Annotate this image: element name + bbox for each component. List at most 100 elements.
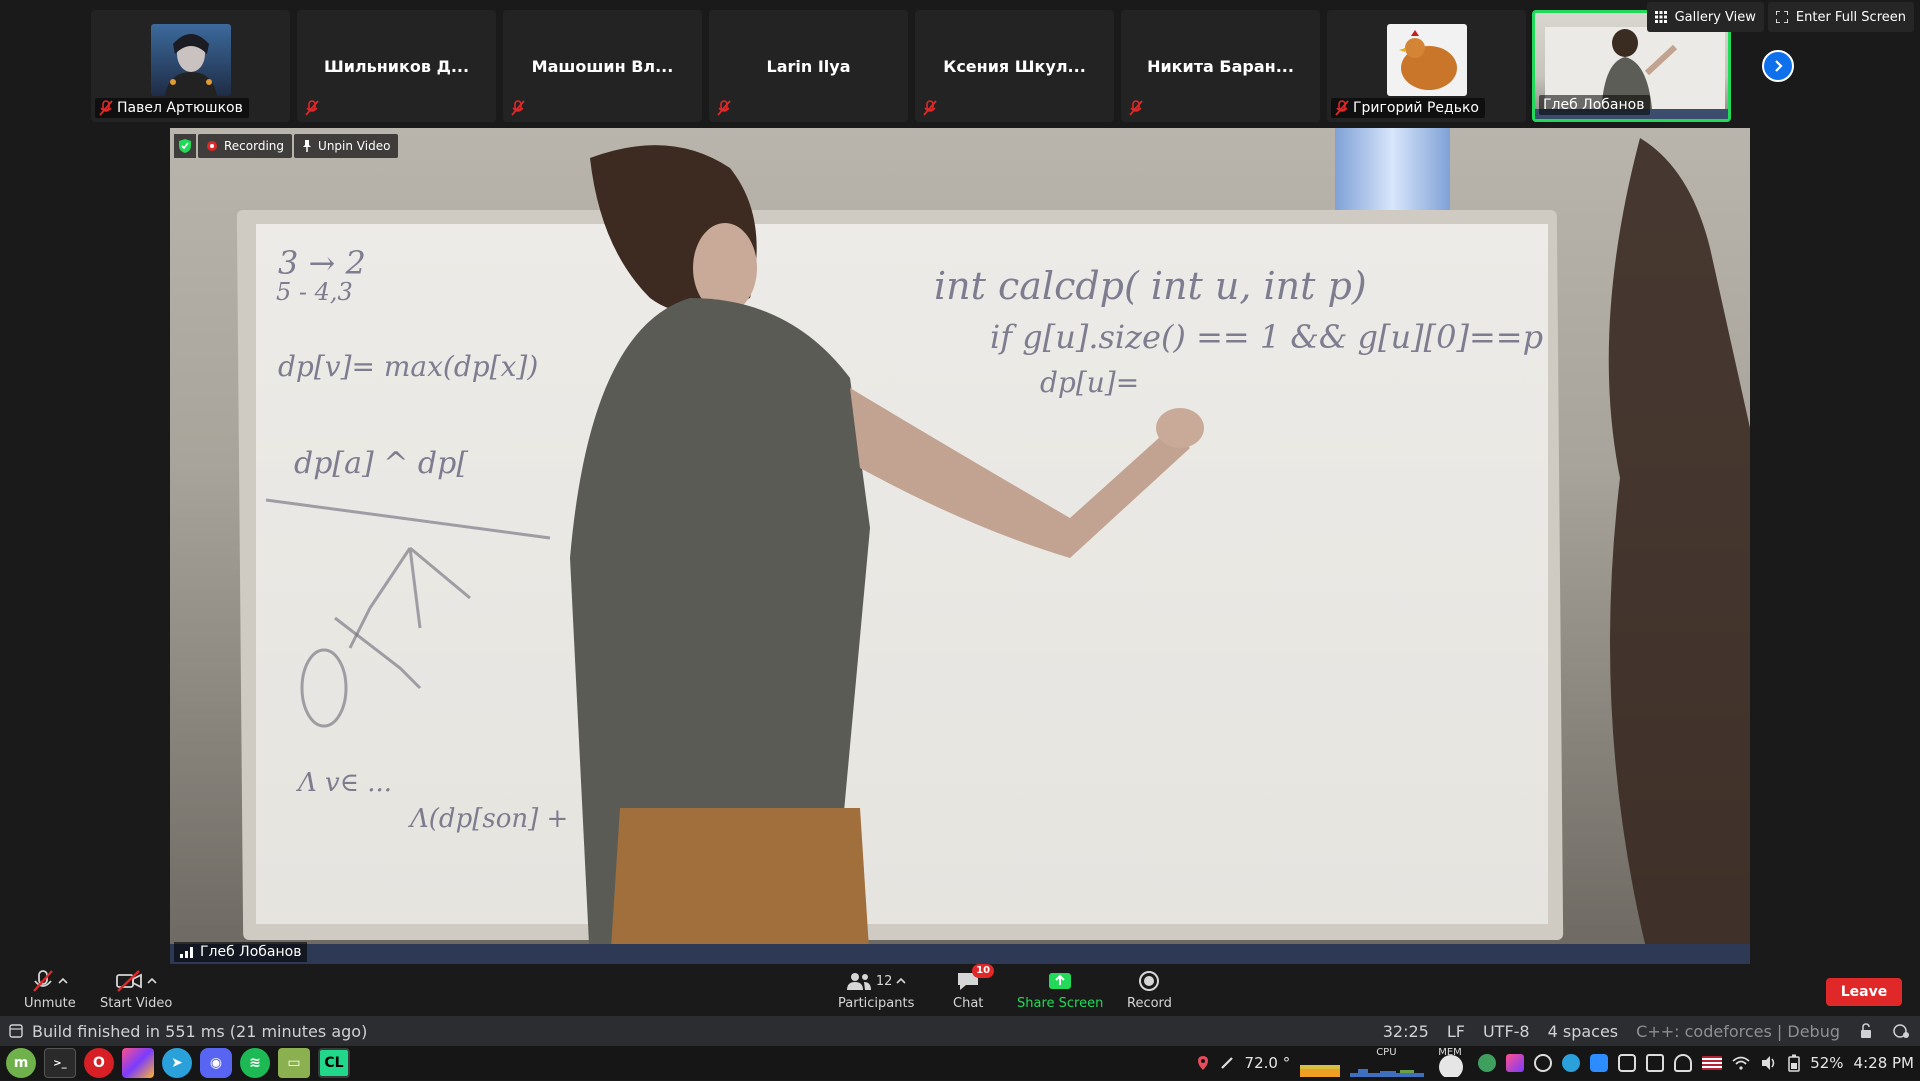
signal-bars-icon (180, 947, 193, 958)
temperature-icon[interactable] (1219, 1055, 1235, 1071)
participant-label: Григорий Редько (1331, 98, 1485, 118)
opera-icon[interactable]: O (84, 1048, 114, 1078)
unpin-video-label: Unpin Video (318, 139, 391, 153)
wifi-icon[interactable] (1732, 1056, 1750, 1070)
notifications-icon[interactable] (1892, 1023, 1910, 1039)
run-context[interactable]: C++: codeforces | Debug (1636, 1022, 1840, 1041)
telegram-icon[interactable]: ➤ (162, 1048, 192, 1078)
next-page-button[interactable] (1762, 50, 1794, 82)
temperature-value[interactable]: 72.0 ° (1245, 1054, 1291, 1072)
video-toolbar: Recording Unpin Video (174, 134, 399, 158)
participant-tile[interactable]: Павел Артюшков (91, 10, 290, 122)
mic-muted-icon (1335, 100, 1349, 116)
battery-percentage[interactable]: 52% (1810, 1054, 1843, 1072)
us-flag-keyboard-layout-icon[interactable] (1702, 1056, 1723, 1070)
line-ending[interactable]: LF (1447, 1022, 1465, 1041)
record-button[interactable]: Record (1127, 968, 1172, 1011)
participant-name: Машошин Вл... (531, 56, 674, 76)
participant-avatar (1386, 24, 1467, 96)
telegram-tray-icon[interactable] (1562, 1054, 1581, 1072)
speaker-label: Глеб Лобанов (174, 942, 308, 962)
lock-icon[interactable] (1858, 1023, 1874, 1039)
chevron-up-icon[interactable] (58, 977, 68, 985)
floor (170, 944, 1750, 964)
participant-name: Larin Ilya (766, 56, 851, 76)
participants-icon (846, 973, 871, 990)
participant-label: Глеб Лобанов (1539, 95, 1651, 115)
chat-button[interactable]: 10 Chat (953, 964, 995, 1011)
file-encoding[interactable]: UTF-8 (1483, 1022, 1530, 1041)
shield-icon (179, 139, 191, 153)
chevron-right-icon (1775, 60, 1783, 72)
steam-icon[interactable] (1534, 1054, 1553, 1072)
terminal-icon[interactable]: >_ (44, 1048, 76, 1078)
participant-strip: Павел Артюшков Шильников Д... Машошин Вл… (0, 0, 1920, 126)
share-screen-button[interactable]: Share Screen (1017, 968, 1103, 1011)
fullscreen-button[interactable]: Enter Full Screen (1767, 2, 1914, 32)
chevron-up-icon[interactable] (896, 977, 907, 985)
start-video-button[interactable]: Start Video (100, 968, 172, 1011)
cursor-position[interactable]: 32:25 (1383, 1022, 1429, 1041)
clion-icon[interactable]: CL (318, 1048, 350, 1078)
build-status-icon[interactable] (8, 1023, 24, 1039)
location-icon[interactable] (1197, 1055, 1209, 1071)
pin-icon (303, 140, 312, 152)
participants-button[interactable]: 12 Participants (838, 968, 914, 1011)
build-status-text[interactable]: Build finished in 551 ms (21 minutes ago… (32, 1022, 367, 1041)
clock[interactable]: 4:28 PM (1854, 1054, 1914, 1072)
memory-graph[interactable]: MEM (1434, 1047, 1468, 1079)
battery-icon[interactable] (1788, 1054, 1800, 1072)
mic-muted-icon (511, 100, 525, 116)
participant-tile[interactable]: Машошин Вл... (503, 10, 702, 122)
app-tray-icon[interactable] (1478, 1054, 1497, 1072)
mint-menu-icon[interactable]: m (6, 1048, 36, 1078)
start-video-label: Start Video (100, 996, 173, 1011)
indent-setting[interactable]: 4 spaces (1548, 1022, 1619, 1041)
zoom-tray-icon[interactable] (1590, 1054, 1609, 1072)
share-screen-label: Share Screen (1017, 996, 1104, 1011)
chat-badge: 10 (972, 964, 995, 978)
unmute-button[interactable]: Unmute (24, 968, 76, 1011)
temperature-graph (1300, 1049, 1341, 1077)
discord-icon[interactable]: ◉ (200, 1048, 232, 1078)
mic-muted-icon (1129, 100, 1143, 116)
recording-label: Recording (224, 139, 285, 153)
participant-label: Павел Артюшков (95, 98, 249, 118)
unmute-label: Unmute (24, 996, 76, 1011)
participants-label: Participants (838, 996, 915, 1011)
mic-muted-icon (305, 100, 319, 116)
participant-tile[interactable]: Larin Ilya (709, 10, 908, 122)
participant-tile[interactable]: Григорий Редько (1327, 10, 1526, 122)
participant-name: Никита Баран... (1147, 56, 1294, 76)
gallery-view-button[interactable]: Gallery View (1646, 2, 1764, 32)
record-dot-icon (207, 141, 217, 151)
volume-icon[interactable] (1760, 1055, 1778, 1071)
fullscreen-icon (1775, 11, 1788, 23)
participant-tile[interactable]: Никита Баран... (1121, 10, 1320, 122)
bluetooth-icon[interactable] (1618, 1054, 1637, 1072)
security-icon[interactable] (1674, 1054, 1693, 1072)
participant-tile[interactable]: Ксения Шкул... (915, 10, 1114, 122)
participant-avatar (150, 24, 231, 96)
video-off-icon (116, 970, 143, 992)
participant-name: Глеб Лобанов (1543, 97, 1645, 113)
files-icon[interactable]: ▭ (278, 1048, 310, 1078)
chevron-up-icon[interactable] (147, 977, 157, 985)
clipboard-icon[interactable] (1646, 1054, 1665, 1072)
leave-button[interactable]: Leave (1826, 978, 1902, 1006)
participant-tile[interactable]: Шильников Д... (297, 10, 496, 122)
unpin-video-button[interactable]: Unpin Video (294, 134, 399, 158)
presenter (570, 138, 1750, 964)
jetbrains-tray-icon[interactable] (1506, 1054, 1525, 1072)
recording-indicator[interactable]: Recording (198, 134, 293, 158)
spotify-icon[interactable]: ≋ (240, 1048, 270, 1078)
encryption-badge[interactable] (174, 134, 196, 158)
meeting-controls: Unmute Start Video 12 Participants 10 Ch… (0, 964, 1920, 1016)
participant-name: Павел Артюшков (117, 100, 243, 116)
cpu-graph[interactable]: CPU (1350, 1047, 1425, 1077)
jetbrains-toolbox-icon[interactable] (122, 1048, 154, 1078)
mic-muted-icon (717, 100, 731, 116)
taskbar: m >_ O ➤ ◉ ≋ ▭ CL 72.0 ° CPU MEM 52% 4:2… (0, 1046, 1920, 1080)
share-screen-icon (1049, 973, 1072, 989)
main-video[interactable]: int calcdp( int u, int p) if g[u].size()… (170, 128, 1750, 964)
